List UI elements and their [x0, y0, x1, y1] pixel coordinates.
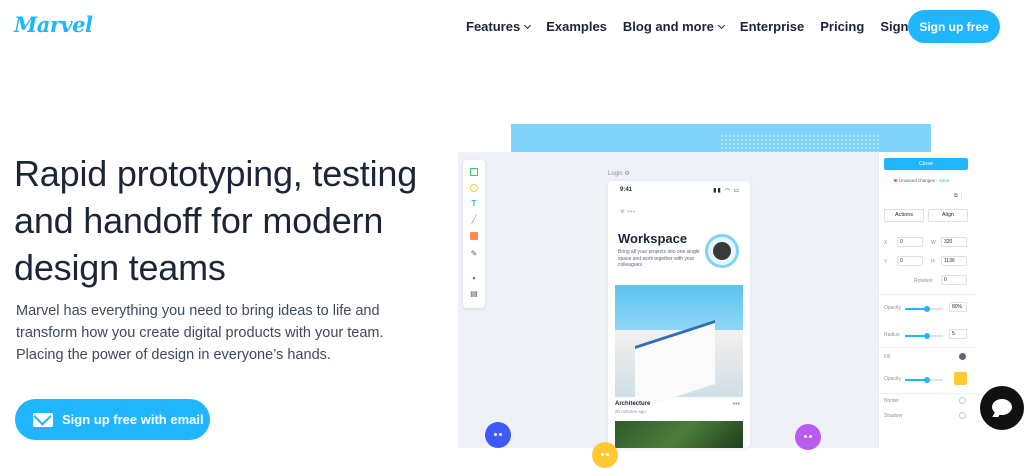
architecture-image: [615, 285, 743, 410]
w-label: W: [931, 240, 936, 246]
fill-opacity-slider[interactable]: [905, 377, 943, 383]
heart-icon: ♥ •••: [620, 207, 636, 216]
nav-enterprise[interactable]: Enterprise: [740, 19, 804, 34]
text-icon[interactable]: T: [470, 200, 478, 208]
pen-icon[interactable]: ✎: [470, 250, 478, 258]
h-field[interactable]: 1136: [941, 256, 967, 266]
plant-image: [615, 421, 743, 448]
x-label: X: [884, 240, 888, 246]
collaborator-avatar-blue: [485, 422, 511, 448]
phone-time: 9:41: [620, 187, 633, 193]
opacity-label: Opacity: [884, 305, 901, 311]
building-shape: [635, 320, 715, 410]
components-icon[interactable]: ▪: [470, 274, 478, 283]
more-icon: •••: [732, 401, 740, 408]
nav-examples[interactable]: Examples: [546, 19, 607, 34]
slider-knob[interactable]: [924, 333, 930, 339]
fill-checkbox[interactable]: [959, 353, 966, 360]
y-field[interactable]: 0: [897, 256, 923, 266]
unsaved-changes: Unsaved changes - Save: [894, 178, 949, 183]
radius-slider[interactable]: [905, 333, 943, 339]
line-icon[interactable]: ╱: [470, 216, 478, 224]
panel-toolbar-icons[interactable]: ⧉ ⋮: [954, 193, 964, 199]
marvel-logo[interactable]: Marvel: [14, 12, 93, 37]
hero-title: Rapid prototyping, testing and handoff f…: [14, 153, 418, 288]
actions-button[interactable]: Actions: [884, 209, 924, 222]
divider: [878, 393, 976, 394]
phone-artboard[interactable]: 9:41 ▮▮ ◠ ▭ ♥ ••• Workspace Bring all yo…: [608, 181, 750, 448]
status-dot: [894, 179, 897, 182]
h-label: H: [931, 259, 935, 265]
cta-label: Sign up free with email: [62, 412, 204, 427]
editor-toolbar: T ╱ ✎ ▪ ▤: [463, 160, 485, 308]
x-field[interactable]: 0: [897, 237, 923, 247]
workspace-description: Bring all your projects into one single …: [618, 249, 700, 268]
nav-pricing[interactable]: Pricing: [820, 19, 864, 34]
collaborator-avatar-yellow: [592, 442, 618, 468]
circle-icon[interactable]: [470, 184, 478, 192]
y-label: Y: [884, 259, 888, 265]
collaborator-avatar-purple: [795, 424, 821, 450]
fill-label: Fill: [884, 354, 891, 360]
rotation-label: Rotation: [914, 278, 933, 284]
radius-field[interactable]: 5: [949, 329, 967, 339]
sign-up-with-email-button[interactable]: Sign up free with email: [15, 399, 210, 440]
top-navbar: Marvel Features Examples Blog and more E…: [0, 0, 1024, 52]
layers-icon[interactable]: ▤: [470, 290, 478, 298]
divider: [878, 347, 976, 348]
radius-label: Radius: [884, 332, 900, 338]
save-link[interactable]: Save: [939, 178, 949, 183]
nav-links: Features Examples Blog and more Enterpri…: [466, 19, 940, 34]
chevron-down-icon: [524, 21, 532, 29]
hero-description: Marvel has everything you need to bring …: [16, 303, 384, 363]
opacity-slider[interactable]: [905, 306, 943, 312]
artboard-label: Login ⚙: [608, 171, 630, 177]
avatar: [705, 234, 739, 268]
opacity-field[interactable]: 80%: [949, 302, 967, 312]
mail-icon: [33, 412, 53, 427]
slider-knob[interactable]: [924, 306, 930, 312]
border-toggle[interactable]: [959, 397, 966, 404]
square-icon[interactable]: [470, 168, 478, 176]
card-title: Architecture: [615, 401, 651, 407]
w-field[interactable]: 320: [941, 237, 967, 247]
slider-knob[interactable]: [924, 377, 930, 383]
nav-features[interactable]: Features: [466, 19, 532, 34]
shadow-toggle[interactable]: [959, 412, 966, 419]
sign-up-free-button[interactable]: Sign up free: [908, 10, 1000, 43]
workspace-title: Workspace: [618, 231, 688, 246]
divider: [878, 294, 976, 295]
image-icon[interactable]: [470, 232, 478, 240]
close-button[interactable]: Close: [884, 158, 968, 170]
chat-button[interactable]: [980, 386, 1024, 430]
phone-status-icons: ▮▮ ◠ ▭: [713, 188, 740, 194]
align-button[interactable]: Align: [928, 209, 968, 222]
border-label: Border: [884, 398, 900, 404]
nav-blog-and-more[interactable]: Blog and more: [623, 19, 725, 34]
fill-opacity-label: Opacity: [884, 376, 901, 382]
chevron-down-icon: [717, 21, 725, 29]
rotation-field[interactable]: 0: [941, 275, 967, 285]
fill-color-swatch[interactable]: [954, 372, 967, 385]
card-subtitle: 20 minutes ago: [615, 409, 646, 414]
shadow-label: Shadow: [884, 413, 903, 419]
